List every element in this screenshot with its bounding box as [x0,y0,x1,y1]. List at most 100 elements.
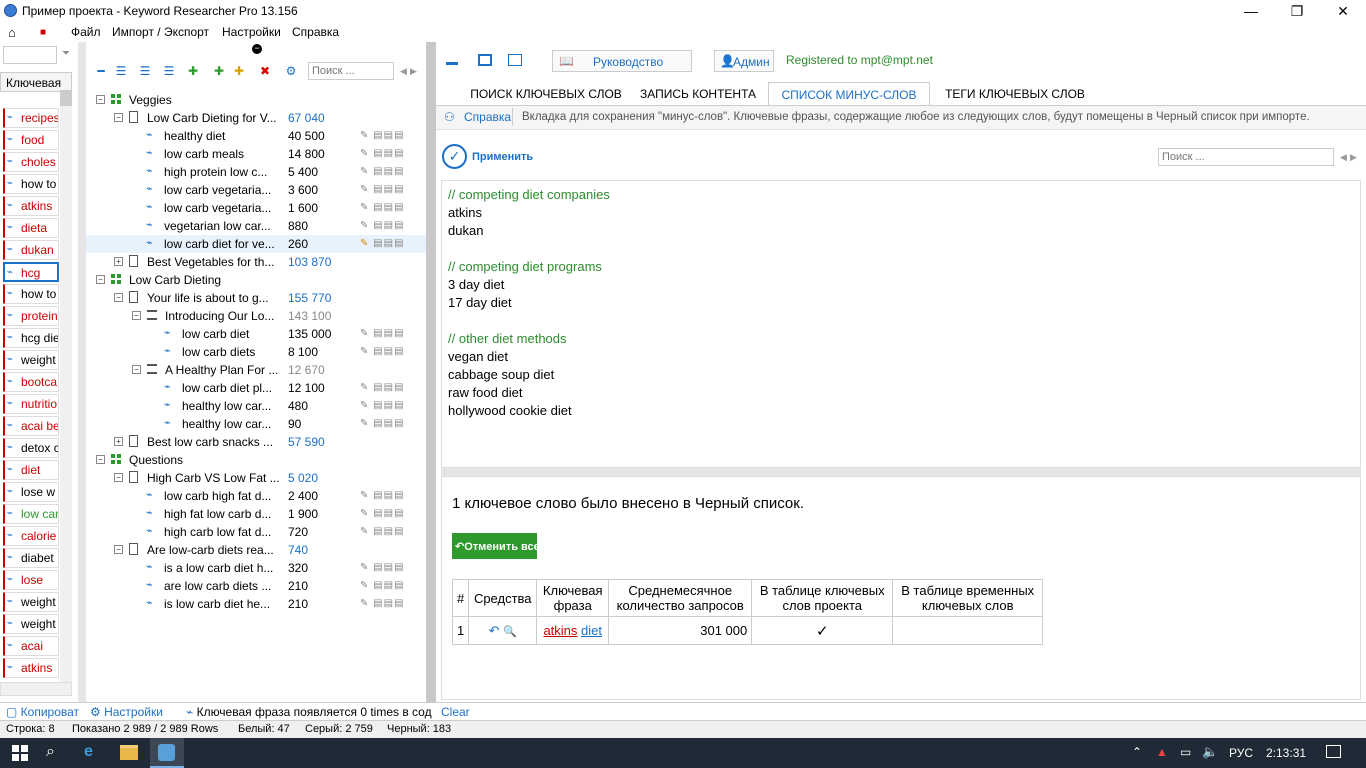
save-icon[interactable]: ■ [40,27,46,38]
tree-row[interactable]: ⌁ high fat low carb d... 1 900 ✎ ▤▤▤ [86,505,426,523]
home-icon[interactable]: ⌂ [8,25,16,40]
left-list-item[interactable]: ⌁ acai [3,636,59,656]
left-list-item[interactable]: ⌁ how to [3,174,59,194]
tree-row[interactable]: ⌁ healthy low car... 480 ✎ ▤▤▤ [86,397,426,415]
edit-pencil-icon[interactable]: ✎ [360,508,373,519]
tree-row-tools[interactable]: ✎ ▤▤▤ [360,220,405,231]
tree-row[interactable]: ⌁ low carb diets 8 100 ✎ ▤▤▤ [86,343,426,361]
network-icon[interactable]: ▭ [1180,745,1191,759]
left-list-item[interactable]: ⌁ lose w [3,482,59,502]
collapse-toggle-icon[interactable]: − [132,311,141,320]
tree-row-tools[interactable]: ✎ ▤▤▤ [360,184,405,195]
col-in-project[interactable]: В таблице ключевых слов проекта [751,579,894,617]
left-list-item[interactable]: ⌁ hcg [3,262,59,282]
tree-row-tools[interactable]: ✎ ▤▤▤ [360,238,405,249]
left-list-item[interactable]: ⌁ bootca [3,372,59,392]
left-list-item[interactable]: ⌁ dieta [3,218,59,238]
menu-file[interactable]: Файл [71,25,101,39]
edit-pencil-icon[interactable]: ✎ [360,184,373,195]
tree-row[interactable]: ⌁ high carb low fat d... 720 ✎ ▤▤▤ [86,523,426,541]
edit-pencil-icon[interactable]: ✎ [360,220,373,231]
tray-app-icon[interactable]: ▲ [1156,745,1168,759]
col-monthly-volume[interactable]: Среднемесячное количество запросов [608,579,753,617]
edge-icon[interactable]: e [84,743,93,761]
tree-row-tools[interactable]: ✎ ▤▤▤ [360,382,405,393]
expand-level2-icon[interactable]: ☰ [138,64,152,78]
close-button[interactable]: ✕ [1320,0,1366,22]
delete-icon[interactable]: ✖ [258,64,272,78]
tree-row[interactable]: ⌁ low carb diet for ve... 260 ✎ ▤▤▤ [86,235,426,253]
tab-keyword-tags[interactable]: ТЕГИ КЛЮЧЕВЫХ СЛОВ [936,82,1094,106]
collapse-toggle-icon[interactable]: − [132,365,141,374]
left-list-item[interactable]: ⌁ recipes [3,108,59,128]
tree-row-tools[interactable]: ✎ ▤▤▤ [360,490,405,501]
tag-boxes-icon[interactable]: ▤▤▤ [373,202,404,213]
keyword-researcher-taskbar-icon[interactable] [150,738,184,768]
left-search-input[interactable] [3,46,57,64]
left-column-header[interactable]: Ключевая [0,72,72,92]
tree-row-tools[interactable]: ✎ ▤▤▤ [360,400,405,411]
edit-pencil-icon[interactable]: ✎ [360,382,373,393]
tab-keyword-search[interactable]: ПОИСК КЛЮЧЕВЫХ СЛОВ [456,82,636,106]
edit-pencil-icon[interactable]: ✎ [360,598,373,609]
add-group-icon[interactable]: ✚ [186,64,200,78]
tree-row-tools[interactable]: ✎ ▤▤▤ [360,148,405,159]
collapse-toggle-icon[interactable]: − [114,545,123,554]
tree-search-input[interactable] [308,62,394,80]
collapse-toggle-icon[interactable]: − [96,95,105,104]
input-language[interactable]: РУС [1229,746,1253,760]
settings-button[interactable]: ⚙ Настройки [90,705,163,719]
tree-row-tools[interactable]: ✎ ▤▤▤ [360,508,405,519]
negative-search-input[interactable] [1158,148,1334,166]
tree-row[interactable]: − A Healthy Plan For ... 12 670 [86,361,426,379]
tab-content-writing[interactable]: ЗАПИСЬ КОНТЕНТА [636,82,760,106]
keyword-part[interactable]: diet [581,623,602,638]
edit-pencil-icon[interactable]: ✎ [360,346,373,357]
col-number[interactable]: # [451,579,470,617]
left-list-item[interactable]: ⌁ how to [3,284,59,304]
start-windows-icon[interactable] [12,745,28,761]
edit-pencil-icon[interactable]: ✎ [360,400,373,411]
tag-boxes-icon[interactable]: ▤▤▤ [373,148,404,159]
tree-row-tools[interactable]: ✎ ▤▤▤ [360,166,405,177]
edit-pencil-icon[interactable]: ✎ [360,328,373,339]
tray-chevron-icon[interactable]: ⌃ [1132,745,1142,759]
tag-boxes-icon[interactable]: ▤▤▤ [373,382,404,393]
tree-search-prev-icon[interactable]: ◀ [400,66,407,77]
tag-boxes-icon[interactable]: ▤▤▤ [373,130,404,141]
tree-row[interactable]: ⌁ healthy diet 40 500 ✎ ▤▤▤ [86,127,426,145]
copy-button[interactable]: ▢ Копироват [6,705,79,719]
help-link[interactable]: Справка [464,110,511,124]
expand-level1-icon[interactable]: ☰ [114,64,128,78]
edit-pencil-icon[interactable]: ✎ [360,166,373,177]
tree-row-tools[interactable]: ✎ ▤▤▤ [360,202,405,213]
tree-row-tools[interactable]: ✎ ▤▤▤ [360,328,405,339]
tree-row-tools[interactable]: ✎ ▤▤▤ [360,526,405,537]
window-layout-icon[interactable] [508,54,522,66]
left-list-item[interactable]: ⌁ low car [3,504,59,524]
cancel-all-button[interactable]: ↶Отменить все [452,533,540,559]
menu-help[interactable]: Справка [292,25,339,39]
tag-boxes-icon[interactable]: ▤▤▤ [373,400,404,411]
collapse-toggle-icon[interactable]: − [96,275,105,284]
tree-row[interactable]: − Low Carb Dieting for V... 67 040 [86,109,426,127]
tree-row[interactable]: − Veggies [86,91,426,109]
tree-row[interactable]: − High Carb VS Low Fat ... 5 020 [86,469,426,487]
left-list-item[interactable]: ⌁ nutritio [3,394,59,414]
left-list-item[interactable]: ⌁ detox c [3,438,59,458]
editor-splitter[interactable] [441,468,1361,476]
keyword-part-negative[interactable]: atkins [543,623,577,638]
tag-boxes-icon[interactable]: ▤▤▤ [373,166,404,177]
left-list-item[interactable]: ⌁ choles [3,152,59,172]
col-tools[interactable]: Средства [468,579,538,617]
menu-settings[interactable]: Настройки [222,25,281,39]
left-hscrollbar[interactable] [0,682,72,696]
tree-settings-gear-icon[interactable]: ⚙ [284,64,298,78]
collapse-panel-icon[interactable]: − [252,44,262,54]
collapse-toggle-icon[interactable]: − [114,113,123,122]
tree-row[interactable]: ⌁ are low carb diets ... 210 ✎ ▤▤▤ [86,577,426,595]
left-list-item[interactable]: ⌁ weight [3,614,59,634]
left-list-item[interactable]: ⌁ dukan [3,240,59,260]
minimize-panel-icon[interactable] [446,62,458,65]
negative-search-prev-icon[interactable]: ◀ [1340,152,1347,163]
